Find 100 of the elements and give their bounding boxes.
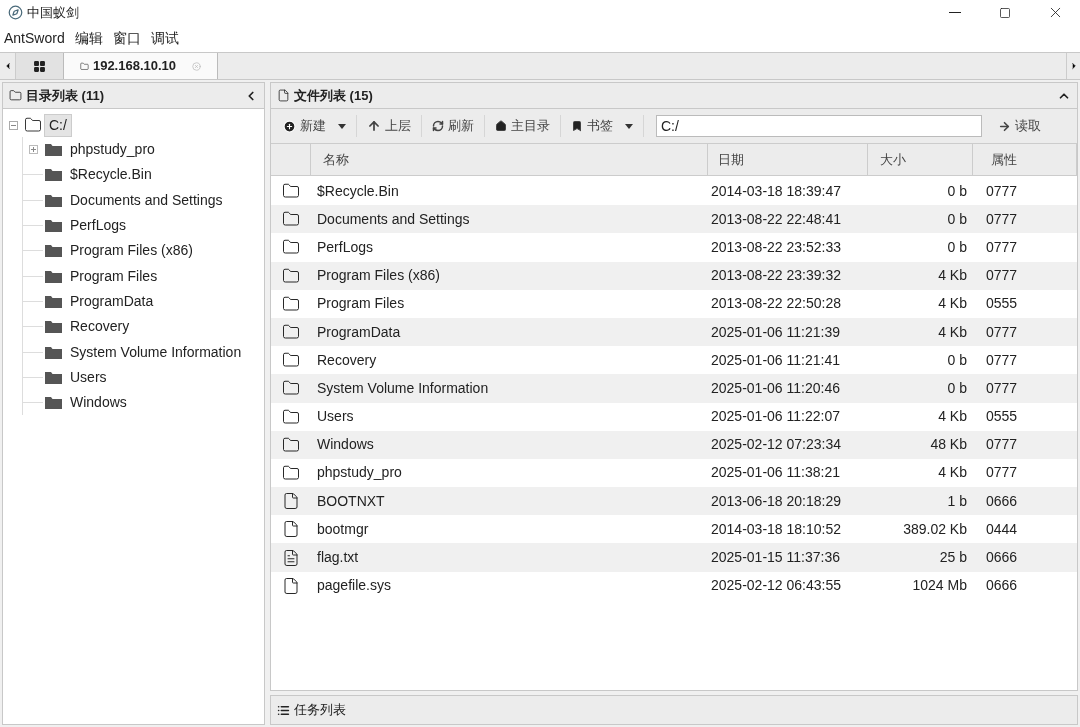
- attribute-cell-text: 0777: [985, 266, 1019, 286]
- attribute-cell-text: 0777: [985, 209, 1019, 229]
- file-name[interactable]: Recovery: [311, 349, 708, 371]
- column-header[interactable]: 属性: [973, 144, 1077, 175]
- size-cell-text: 0 b: [946, 378, 968, 398]
- folder-icon: [45, 269, 62, 283]
- date-cell-text: 2013-08-22 22:50:28: [710, 294, 842, 314]
- file-name[interactable]: bootmgr: [311, 518, 708, 540]
- file-name[interactable]: Program Files (x86): [311, 265, 708, 287]
- file-icon: [282, 520, 300, 539]
- window-title: 中国蚁剑: [27, 3, 79, 22]
- tree-item[interactable]: ProgramData: [70, 290, 154, 312]
- menu-item[interactable]: AntSword: [4, 28, 65, 49]
- size-cell-text: 4 Kb: [937, 463, 968, 483]
- tree-item[interactable]: Recovery: [70, 316, 130, 338]
- date-cell-text: 2025-01-06 11:20:46: [710, 378, 841, 398]
- tree-item[interactable]: Windows: [70, 392, 127, 414]
- file-name[interactable]: Users: [311, 406, 708, 428]
- folder-icon: [282, 323, 300, 342]
- tree-toggle-icon[interactable]: [9, 120, 18, 130]
- date-cell-text: 2013-08-22 23:39:32: [710, 266, 842, 286]
- folder-icon: [282, 266, 300, 285]
- tree-item[interactable]: phpstudy_pro: [70, 139, 155, 161]
- attribute-cell-text: 0666: [985, 548, 1019, 568]
- toolbar-button[interactable]: 书签: [565, 113, 639, 139]
- tree-item[interactable]: Documents and Settings: [70, 189, 223, 211]
- tab[interactable]: 192.168.10.10: [64, 53, 218, 79]
- attribute-cell-text: 0777: [985, 350, 1019, 370]
- attribute-cell-text: 0777: [985, 378, 1019, 398]
- tree-item[interactable]: C:/: [44, 113, 72, 137]
- folder-icon: [45, 143, 62, 157]
- grid-icon: [33, 59, 46, 73]
- list-icon: [277, 703, 290, 717]
- toolbar-button[interactable]: 新建: [277, 113, 352, 139]
- caret-icon: [625, 123, 633, 129]
- home-icon: [495, 120, 507, 132]
- tree-item[interactable]: System Volume Information: [70, 341, 242, 363]
- size-cell-text: 0 b: [946, 350, 968, 370]
- tree-item[interactable]: $Recycle.Bin: [70, 164, 152, 186]
- file-name[interactable]: pagefile.sys: [311, 575, 708, 597]
- column-header[interactable]: 名称: [311, 144, 708, 175]
- folder-icon: [45, 294, 62, 308]
- tree-item[interactable]: PerfLogs: [70, 215, 127, 237]
- attribute-cell-text: 0777: [985, 463, 1019, 483]
- caret-icon: [338, 123, 346, 129]
- date-cell-text: 2025-01-15 11:37:36: [710, 548, 841, 568]
- file-name[interactable]: Documents and Settings: [311, 208, 708, 230]
- folder-icon: [45, 219, 62, 233]
- toolbar-button[interactable]: 刷新: [426, 113, 480, 139]
- attribute-cell-text: 0555: [985, 294, 1019, 314]
- date-cell-text: 2025-02-12 06:43:55: [710, 576, 842, 596]
- toolbar-button[interactable]: 主目录: [489, 113, 556, 139]
- menu-item[interactable]: 窗口: [112, 28, 141, 49]
- folder-icon: [282, 407, 300, 426]
- menu-item[interactable]: 编辑: [74, 28, 103, 49]
- tree-item[interactable]: Program Files (x86): [70, 240, 193, 262]
- tree-item[interactable]: Users: [70, 366, 107, 388]
- close-tab-icon: [192, 59, 201, 73]
- expand-icon[interactable]: [29, 145, 38, 155]
- date-cell-text: 2025-01-06 11:21:39: [710, 322, 841, 342]
- file-name[interactable]: $Recycle.Bin: [311, 180, 708, 202]
- size-cell-text: 389.02 Kb: [902, 519, 968, 539]
- panel-title: 任务列表: [294, 701, 346, 720]
- column-header[interactable]: 日期: [708, 144, 868, 175]
- file-name[interactable]: ProgramData: [311, 321, 708, 343]
- date-cell-text: 2025-01-06 11:22:07: [710, 407, 841, 427]
- size-cell-text: 4 Kb: [937, 322, 968, 342]
- panel-title: 目录列表 (11): [26, 86, 104, 105]
- file-name[interactable]: BOOTNXT: [311, 490, 708, 512]
- date-cell-text: 2025-02-12 07:23:34: [710, 435, 842, 455]
- folder-icon: [24, 116, 42, 134]
- read-button[interactable]: 读取: [994, 113, 1045, 139]
- folder-icon: [282, 463, 300, 482]
- folder-icon: [282, 294, 300, 313]
- panel-title: 文件列表 (15): [294, 86, 373, 105]
- file-name[interactable]: Windows: [311, 434, 708, 456]
- folder-icon: [282, 351, 300, 370]
- up-arrow-icon: [367, 119, 381, 133]
- file-name[interactable]: flag.txt: [311, 547, 708, 569]
- size-cell-text: 1024 Mb: [911, 576, 968, 596]
- attribute-cell-text: 0444: [985, 519, 1019, 539]
- file-name[interactable]: System Volume Information: [311, 377, 708, 399]
- path-field[interactable]: C:/: [656, 115, 982, 137]
- file-name[interactable]: phpstudy_pro: [311, 462, 708, 484]
- attribute-cell-text: 0777: [985, 435, 1019, 455]
- size-cell-text: 48 Kb: [929, 435, 968, 455]
- size-cell-text: 4 Kb: [937, 407, 968, 427]
- file-name[interactable]: PerfLogs: [311, 236, 708, 258]
- date-cell-text: 2013-08-22 22:48:41: [710, 209, 842, 229]
- menu-item[interactable]: 调试: [150, 28, 179, 49]
- date-cell-text: 2014-03-18 18:10:52: [710, 519, 842, 539]
- right-arrow-icon: [998, 119, 1011, 133]
- column-header[interactable]: 大小: [868, 144, 973, 175]
- minimize-icon: [949, 12, 961, 13]
- file-icon: [277, 89, 290, 102]
- tree-item[interactable]: Program Files: [70, 265, 158, 287]
- file-name[interactable]: Program Files: [311, 293, 708, 315]
- tab[interactable]: [16, 53, 64, 79]
- toolbar-button[interactable]: 上层: [361, 113, 417, 139]
- folder-icon: [282, 435, 300, 454]
